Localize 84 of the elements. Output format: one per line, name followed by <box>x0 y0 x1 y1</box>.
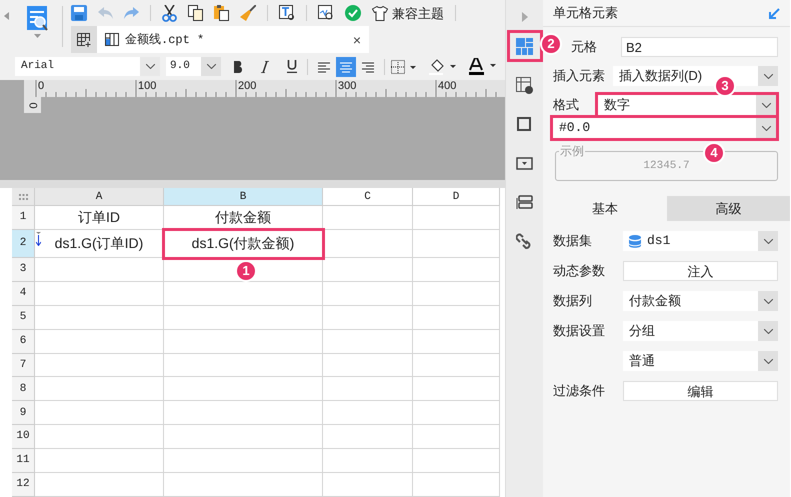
table-cell: ds1.G(付款金额) <box>164 230 323 258</box>
ruler-mark: 200 <box>238 81 256 92</box>
example-value: 12345.7 <box>643 158 690 174</box>
row-header[interactable]: 6 <box>12 330 35 354</box>
row-header[interactable]: 12 <box>12 473 35 497</box>
pattern-select[interactable]: #0.0 <box>553 118 776 138</box>
option-select[interactable]: 分组 <box>623 321 778 341</box>
field-label: 数据设置 <box>553 322 606 340</box>
row-header[interactable]: 3 <box>12 258 35 282</box>
row-header[interactable]: 11 <box>12 449 35 474</box>
size-select[interactable]: 9.0 <box>166 57 221 76</box>
action-button[interactable]: 编辑 <box>623 381 778 401</box>
ruler-mark: 400 <box>438 81 456 92</box>
brush-icon[interactable] <box>240 5 256 21</box>
ruler-mark: 300 <box>338 81 356 92</box>
table-cell: 订单ID <box>35 206 164 230</box>
field-label: 元格 <box>571 39 597 54</box>
close-icon[interactable]: × <box>352 32 361 46</box>
panel-title: 单元格元素 <box>553 4 618 22</box>
file-tab[interactable]: 金额线.cpt * × <box>97 26 369 53</box>
theme-button[interactable]: 兼容主题 <box>372 6 444 20</box>
chevron-down-icon <box>764 358 772 364</box>
row-header[interactable]: 5 <box>12 306 35 330</box>
table-cell: 付款金额 <box>164 206 323 230</box>
save-icon[interactable] <box>71 5 87 21</box>
check-circle-icon[interactable] <box>345 5 361 21</box>
ruler-mark: 100 <box>138 81 156 92</box>
ruler-mark: 0 <box>38 81 44 92</box>
row-header[interactable]: 1 <box>12 206 35 230</box>
chevron-down-icon <box>762 126 770 130</box>
table-cell: ds1.G(订单ID) <box>35 230 164 258</box>
row-header[interactable]: 4 <box>12 282 35 306</box>
field-label: 格式 <box>553 96 580 114</box>
report-icon <box>105 33 119 46</box>
new-sheet-tab[interactable] <box>71 26 97 53</box>
cell-field[interactable]: B2 <box>621 37 778 57</box>
cell-grid-icon[interactable] <box>508 31 542 61</box>
chevron-down-icon <box>764 238 772 244</box>
font-select[interactable]: Arial <box>15 57 160 76</box>
fill-color-icon[interactable] <box>429 58 457 74</box>
database-icon <box>629 234 641 248</box>
row-header[interactable]: 2 <box>12 230 35 258</box>
paste-icon[interactable] <box>214 5 229 21</box>
chevron-down-icon <box>764 74 772 78</box>
column-header[interactable]: D <box>413 188 500 206</box>
collapse-arrow-icon[interactable] <box>769 8 780 18</box>
ruler-mark: 0 <box>27 102 38 108</box>
row-header[interactable]: 7 <box>12 354 35 378</box>
row-header[interactable]: 10 <box>12 425 35 450</box>
text-search-icon[interactable] <box>279 5 295 21</box>
panel-tab[interactable]: 高级 <box>666 196 790 221</box>
column-header[interactable]: C <box>323 188 413 206</box>
field-label: 动态参数 <box>553 262 606 280</box>
underline-icon[interactable] <box>287 60 297 73</box>
row-header[interactable]: 9 <box>12 401 35 426</box>
example-label: 示例 <box>559 143 585 159</box>
chevron-down-icon <box>764 298 772 304</box>
font-color-icon[interactable] <box>469 58 497 75</box>
chevron-down-icon <box>762 102 770 108</box>
chevron-down-icon <box>764 328 772 334</box>
bold-icon[interactable] <box>233 60 243 72</box>
report-search-icon[interactable] <box>26 6 48 32</box>
cut-icon[interactable] <box>162 4 177 22</box>
format-select[interactable]: 数字 <box>598 95 776 115</box>
column-header[interactable]: B <box>164 188 323 206</box>
field-label: 过滤条件 <box>553 382 606 400</box>
chevron-down-icon <box>206 64 216 69</box>
italic-icon[interactable] <box>261 60 269 72</box>
preview-icon[interactable] <box>318 5 334 21</box>
option-select[interactable]: 普通 <box>623 351 778 371</box>
chevron-down-icon <box>146 64 154 69</box>
field-label: 数据列 <box>553 292 593 310</box>
copy-icon[interactable] <box>188 5 203 21</box>
dataset-select[interactable]: ds1 <box>623 231 778 251</box>
action-button[interactable]: 注入 <box>623 261 778 281</box>
option-select[interactable]: 付款金额 <box>623 291 778 311</box>
shirt-icon <box>372 6 388 20</box>
add-grid-icon <box>77 32 91 46</box>
column-header[interactable]: A <box>35 188 164 206</box>
border-icon[interactable] <box>391 60 417 74</box>
row-header[interactable]: 8 <box>12 377 35 402</box>
field-label: 插入元素 <box>553 67 606 86</box>
grid-dots-icon <box>18 194 28 200</box>
field-label: 数据集 <box>553 232 593 250</box>
